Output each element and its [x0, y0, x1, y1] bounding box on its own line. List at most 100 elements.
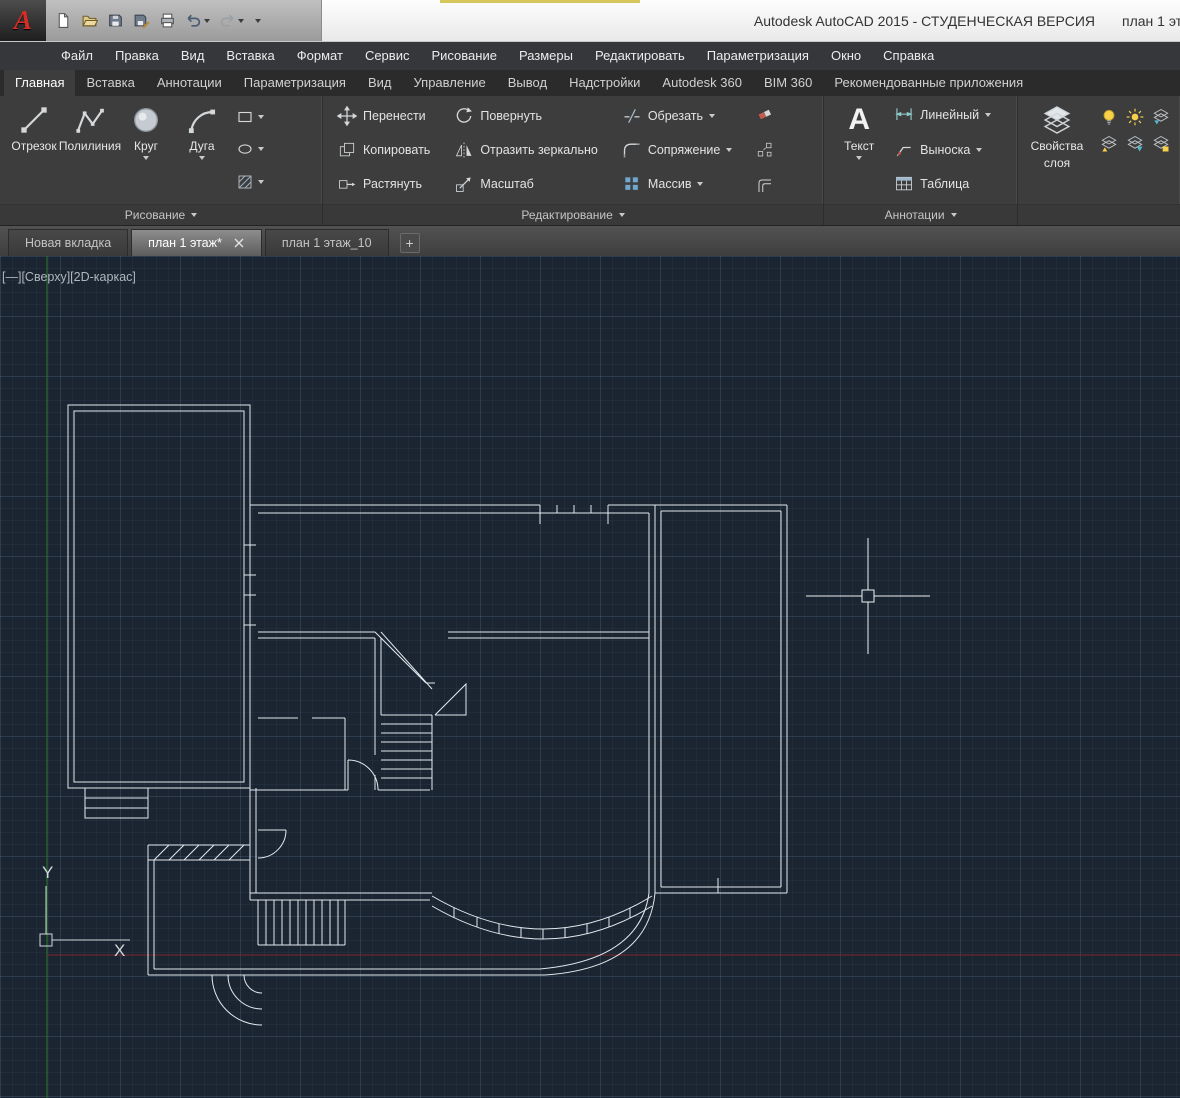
rectangle-tool-button[interactable] [236, 105, 264, 129]
menu-parametric[interactable]: Параметризация [696, 42, 820, 70]
tab-label: план 1 этаж* [148, 236, 222, 250]
modify-panel-footer[interactable]: Редактирование [323, 204, 823, 225]
tool-circle[interactable]: Круг [118, 99, 174, 204]
menu-modify[interactable]: Редактировать [584, 42, 696, 70]
explode-button[interactable] [756, 141, 774, 159]
menu-window[interactable]: Окно [820, 42, 872, 70]
ribbon-tab-bim360[interactable]: BIM 360 [753, 70, 823, 96]
menu-insert[interactable]: Вставка [215, 42, 285, 70]
tool-trim[interactable]: Обрезать [622, 103, 732, 129]
tab-label: Новая вкладка [25, 236, 111, 250]
drawing-tab-plan1-10[interactable]: план 1 этаж_10 [265, 229, 389, 256]
layers-panel-footer[interactable] [1018, 204, 1180, 225]
ribbon-tab-featured-apps[interactable]: Рекомендованные приложения [823, 70, 1034, 96]
dropdown-caret [199, 156, 205, 160]
modify-column-3: Обрезать Сопряжение Массив [622, 100, 732, 204]
save-as-button[interactable] [130, 7, 153, 35]
tool-stretch[interactable]: Растянуть [337, 171, 430, 197]
tool-line[interactable]: Отрезок [6, 99, 62, 204]
layer-unisolate-button[interactable] [1096, 130, 1122, 157]
new-file-button[interactable] [52, 7, 75, 35]
tool-text[interactable]: А Текст [834, 99, 884, 204]
undo-button[interactable] [182, 7, 213, 35]
undo-dropdown-caret[interactable] [204, 19, 210, 23]
undo-icon [185, 12, 202, 29]
tool-polyline[interactable]: Полилиния [62, 99, 118, 204]
tool-mirror[interactable]: Отразить зеркально [454, 137, 598, 163]
qat-customize-button[interactable] [250, 7, 264, 35]
layer-lock-button[interactable] [1122, 130, 1148, 157]
erase-button[interactable] [756, 105, 774, 123]
tool-label: Выноска [920, 143, 970, 157]
annotation-panel-body: А Текст Линейный Выноска [824, 96, 1017, 204]
ellipse-tool-button[interactable] [236, 137, 264, 161]
hatch-tool-button[interactable] [236, 170, 264, 194]
close-tab-button[interactable] [234, 238, 245, 249]
ribbon-tab-parametric[interactable]: Параметризация [233, 70, 357, 96]
drawing-tab-new[interactable]: Новая вкладка [8, 229, 128, 256]
layer-color-button[interactable] [1148, 130, 1174, 157]
open-file-button[interactable] [78, 7, 101, 35]
save-button[interactable] [104, 7, 127, 35]
tool-label: Повернуть [480, 109, 542, 123]
tool-fillet[interactable]: Сопряжение [622, 137, 732, 163]
menu-help[interactable]: Справка [872, 42, 945, 70]
tool-leader[interactable]: Выноска [894, 137, 991, 163]
drawing-canvas[interactable]: Y X [0, 256, 1180, 1098]
layer-freeze-button[interactable] [1122, 103, 1148, 130]
panel-label: Рисование [125, 208, 185, 222]
qat-customize-caret-icon [255, 19, 261, 23]
viewport[interactable]: [—][Сверху][2D-каркас] [0, 256, 1180, 1098]
ribbon-tab-insert[interactable]: Вставка [75, 70, 145, 96]
layer-isolate-button[interactable] [1148, 103, 1174, 130]
offset-button[interactable] [756, 177, 774, 195]
ribbon-tab-view[interactable]: Вид [357, 70, 403, 96]
tool-label: Растянуть [363, 177, 422, 191]
application-menu-button[interactable]: A [0, 0, 46, 41]
ribbon-tab-annotate[interactable]: Аннотации [146, 70, 233, 96]
menu-tools[interactable]: Сервис [354, 42, 421, 70]
title-text: Autodesk AutoCAD 2015 - СТУДЕНЧЕСКАЯ ВЕР… [322, 0, 1180, 41]
rectangle-icon [236, 108, 254, 126]
layer-unisolate-icon [1099, 134, 1119, 154]
layer-lock-icon [1125, 134, 1145, 154]
tool-move[interactable]: Перенести [337, 103, 430, 129]
tool-table[interactable]: Таблица [894, 171, 991, 197]
dropdown-caret [619, 213, 625, 217]
menu-edit[interactable]: Правка [104, 42, 170, 70]
menu-view[interactable]: Вид [170, 42, 216, 70]
menu-dimensions[interactable]: Размеры [508, 42, 584, 70]
tool-label: Текст [844, 139, 874, 153]
new-file-icon [55, 12, 72, 29]
new-drawing-tab-button[interactable]: + [400, 233, 420, 253]
menu-file[interactable]: Файл [50, 42, 104, 70]
ribbon-tab-autodesk360[interactable]: Autodesk 360 [651, 70, 753, 96]
annotation-panel-footer[interactable]: Аннотации [824, 204, 1017, 225]
tool-copy[interactable]: Копировать [337, 137, 430, 163]
ribbon-tab-output[interactable]: Вывод [497, 70, 558, 96]
layer-color-icon [1151, 134, 1171, 154]
save-floppy-icon [107, 12, 124, 29]
ribbon-tab-home[interactable]: Главная [4, 70, 75, 96]
ribbon-tab-manage[interactable]: Управление [402, 70, 496, 96]
tool-rotate[interactable]: Повернуть [454, 103, 598, 129]
menu-format[interactable]: Формат [286, 42, 354, 70]
layer-properties-button[interactable]: Свойства слоя [1026, 99, 1088, 204]
ribbon-tab-addins[interactable]: Надстройки [558, 70, 651, 96]
tool-arc[interactable]: Дуга [174, 99, 230, 204]
text-icon: А [848, 104, 870, 136]
tool-scale[interactable]: Масштаб [454, 171, 598, 197]
plot-button[interactable] [156, 7, 179, 35]
viewport-controls[interactable]: [—][Сверху][2D-каркас] [2, 270, 136, 284]
open-folder-icon [81, 12, 98, 29]
tool-dimension-linear[interactable]: Линейный [894, 102, 991, 128]
menu-draw[interactable]: Рисование [420, 42, 507, 70]
tool-array[interactable]: Массив [622, 171, 732, 197]
lightbulb-icon [1099, 107, 1119, 127]
fillet-icon [622, 140, 642, 160]
layer-on-button[interactable] [1096, 103, 1122, 130]
draw-panel-footer[interactable]: Рисование [0, 204, 322, 225]
redo-button[interactable] [216, 7, 247, 35]
drawing-tab-plan1-active[interactable]: план 1 этаж* [131, 229, 262, 256]
redo-dropdown-caret[interactable] [238, 19, 244, 23]
